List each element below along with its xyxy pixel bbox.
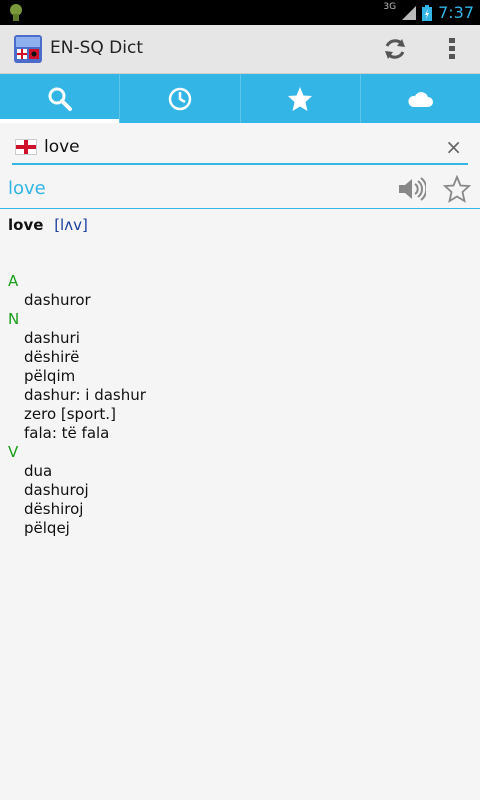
translation-item: dashuror [24, 291, 91, 309]
translation-item: pëlqim [24, 367, 76, 385]
tab-search[interactable] [0, 74, 121, 123]
pronunciation: [lʌv] [54, 216, 88, 234]
clock: 7:37 [438, 3, 474, 22]
search-bar: × [12, 133, 468, 165]
result-word[interactable]: love [8, 178, 46, 199]
clear-search-button[interactable]: × [445, 135, 462, 159]
part-of-speech-label: V [8, 443, 19, 461]
translation-item: dëshiroj [24, 500, 84, 518]
part-of-speech-label: N [8, 310, 20, 328]
tab-bar [0, 74, 480, 123]
overflow-menu-button[interactable] [436, 32, 468, 66]
translation-item: dëshirë [24, 348, 80, 366]
network-type: 3G [383, 1, 397, 12]
translation-item: dashuri [24, 329, 80, 347]
star-icon [288, 86, 313, 111]
battery-icon [422, 4, 433, 21]
speaker-icon[interactable] [396, 175, 426, 203]
tab-history[interactable] [120, 74, 241, 123]
app-logo-icon[interactable] [14, 35, 42, 63]
signal-icon [402, 5, 417, 20]
translation-item: pëlqej [24, 519, 70, 537]
translation-item: dashur: i dashur [24, 386, 146, 404]
search-input[interactable] [44, 135, 424, 159]
search-icon [48, 87, 72, 111]
definition-panel: love [lʌv] A dashuror N dashuri dëshirë … [8, 216, 468, 538]
refresh-icon [385, 39, 405, 59]
tab-cloud[interactable] [361, 74, 480, 123]
translation-item: zero [sport.] [24, 405, 116, 423]
translation-item: fala: të fala [24, 424, 110, 442]
tab-favorites[interactable] [241, 74, 361, 123]
more-vert-icon [449, 38, 455, 59]
headword: love [8, 216, 44, 234]
translation-item: dua [24, 462, 53, 480]
clock-icon [168, 87, 192, 110]
translation-item: dashuroj [24, 481, 89, 499]
part-of-speech-label: A [8, 272, 19, 290]
android-notification-icon [10, 4, 22, 21]
app-title: EN-SQ Dict [50, 38, 143, 58]
action-bar: EN-SQ Dict [0, 25, 480, 74]
cloud-icon [408, 91, 434, 107]
english-flag-icon[interactable] [15, 139, 37, 155]
status-bar: 3G 7:37 [0, 0, 480, 25]
definition-headline: love [lʌv] [8, 216, 468, 240]
refresh-button[interactable] [378, 32, 412, 66]
word-header: love [0, 172, 480, 209]
star-outline-icon[interactable] [442, 175, 472, 203]
